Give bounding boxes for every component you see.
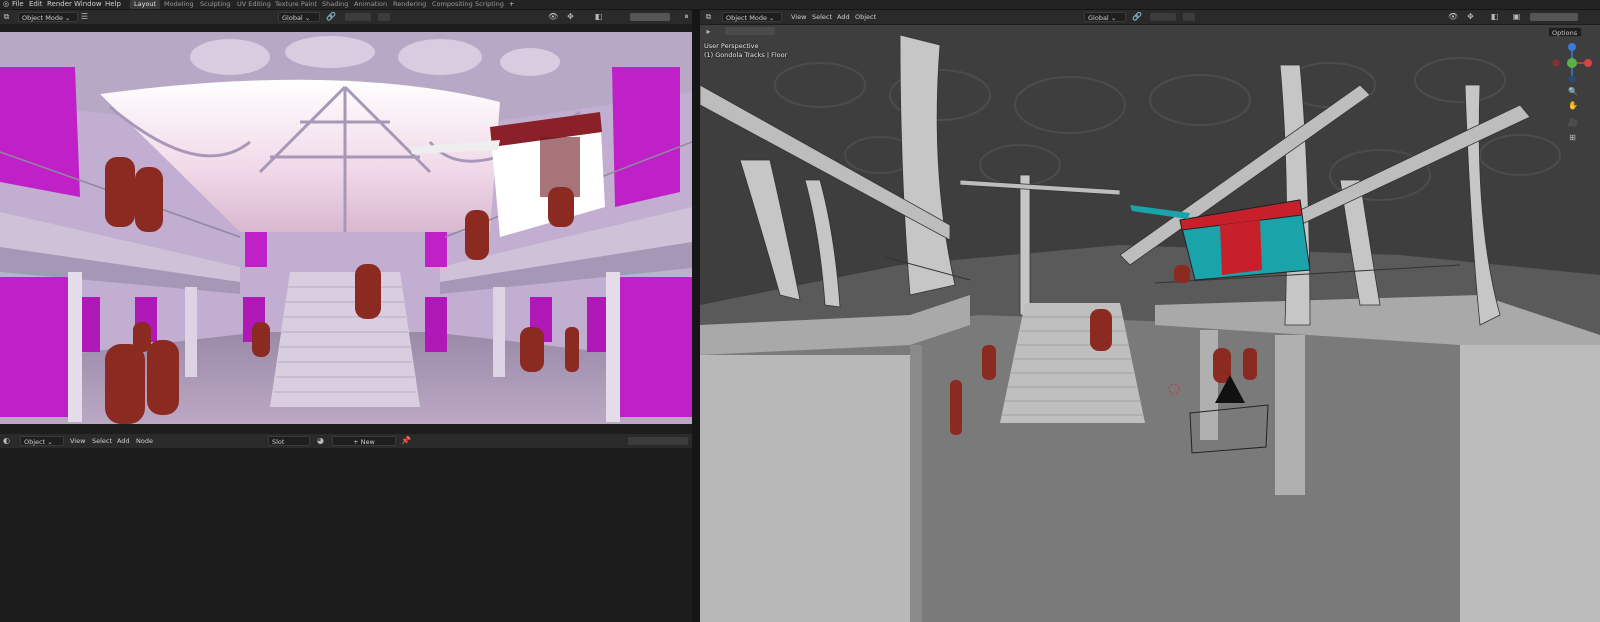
solid-scene: [700, 25, 1600, 622]
menu-view[interactable]: View: [791, 12, 806, 22]
orientation-dropdown[interactable]: Global ⌄: [1084, 12, 1126, 22]
pivot-toggle[interactable]: [1150, 13, 1176, 21]
overlay-icon[interactable]: ◧: [1490, 12, 1499, 21]
options-label: Options: [1552, 29, 1578, 37]
object-type-dropdown[interactable]: Object ⌄: [20, 436, 64, 446]
snap-icon[interactable]: 🔗: [326, 12, 336, 21]
render-viewport-header: ⧉ Object Mode ⌄ ☰ Global ⌄ 🔗 👁 ✥ ◧ ⏸: [0, 10, 692, 24]
visibility-icon[interactable]: 👁: [548, 12, 558, 21]
grid-icon[interactable]: ⊞: [1568, 133, 1577, 142]
add-workspace-button[interactable]: +: [505, 0, 518, 9]
gizmo-axes-icon[interactable]: [1552, 43, 1592, 83]
camera-icon[interactable]: 🎥: [1568, 118, 1578, 127]
pivot-toggle[interactable]: [345, 13, 371, 21]
node-editor-canvas[interactable]: [0, 449, 692, 622]
menu-object[interactable]: Object: [855, 12, 876, 22]
tab-scripting[interactable]: Scripting: [471, 0, 508, 9]
menu-add[interactable]: Add: [837, 12, 850, 22]
shading-modes[interactable]: [630, 13, 670, 21]
3d-viewport[interactable]: User Perspective (1) Gondola Tracks | Fl…: [700, 25, 1600, 622]
gizmo-toggle-icon[interactable]: ✥: [1466, 12, 1475, 21]
top-menu-bar: ◎ File Edit Render Window Help Layout Mo…: [0, 0, 1600, 10]
menu-select[interactable]: Select: [92, 436, 112, 446]
node-editor-header: ◐ Object ⌄ View Select Add Node Slot ◕ +…: [0, 434, 692, 448]
editor-type-icon[interactable]: ⧉: [2, 12, 11, 21]
hand-pan-icon[interactable]: ✋: [1568, 101, 1578, 110]
pause-icon[interactable]: ⏸: [682, 12, 691, 21]
render-preview[interactable]: [0, 32, 692, 424]
blender-logo-icon[interactable]: ◎: [3, 0, 9, 9]
tab-texture-paint[interactable]: Texture Paint: [271, 0, 321, 9]
new-label: New: [360, 438, 375, 446]
menu-file[interactable]: File: [12, 0, 24, 9]
xray-icon[interactable]: ▣: [1512, 12, 1521, 21]
slot-label: Slot: [272, 438, 285, 446]
menu-window[interactable]: Window: [74, 0, 102, 9]
toolbar-mode-buttons[interactable]: [725, 27, 775, 35]
mode-label: Object Mode: [726, 14, 767, 22]
menu-node[interactable]: Node: [136, 436, 153, 446]
editor-type-icon[interactable]: ◐: [2, 436, 11, 445]
mode-label: Object Mode: [22, 14, 63, 22]
menu-select[interactable]: Select: [812, 12, 832, 22]
orientation-label: Global: [1088, 14, 1109, 22]
node-header-options[interactable]: [628, 437, 688, 445]
proportional-toggle[interactable]: [1183, 13, 1195, 21]
tab-modeling[interactable]: Modeling: [160, 0, 198, 9]
tab-sculpting[interactable]: Sculpting: [196, 0, 234, 9]
orientation-dropdown[interactable]: Global ⌄: [278, 12, 320, 22]
menu-add[interactable]: Add: [117, 436, 130, 446]
tab-compositing[interactable]: Compositing: [428, 0, 477, 9]
gizmo-toggle-icon[interactable]: ✥: [566, 12, 575, 21]
object-type-label: Object: [24, 438, 46, 446]
hamburger-menu-icon[interactable]: ☰: [80, 12, 89, 21]
mode-dropdown[interactable]: Object Mode ⌄: [18, 12, 78, 22]
tab-layout[interactable]: Layout: [130, 0, 161, 9]
menu-render[interactable]: Render: [47, 0, 72, 9]
material-icon[interactable]: ◕: [316, 436, 325, 445]
menu-help[interactable]: Help: [105, 0, 121, 9]
active-collection-label: (1) Gondola Tracks | Floor: [704, 51, 788, 59]
zoom-icon[interactable]: 🔍: [1568, 87, 1578, 96]
tab-rendering[interactable]: Rendering: [389, 0, 430, 9]
slot-dropdown[interactable]: Slot: [268, 436, 310, 446]
viewport-header: ⧉ Object Mode ⌄ View Select Add Object G…: [700, 10, 1600, 24]
menu-view[interactable]: View: [70, 436, 85, 446]
menu-edit[interactable]: Edit: [29, 0, 43, 9]
editor-type-icon[interactable]: ⧉: [704, 12, 713, 21]
overlay-icon[interactable]: ◧: [594, 12, 603, 21]
pin-icon[interactable]: 📌: [401, 436, 411, 445]
proportional-toggle[interactable]: [378, 13, 390, 21]
rendered-scene: [0, 32, 692, 424]
options-dropdown[interactable]: Options: [1548, 27, 1582, 37]
tab-uv-editing[interactable]: UV Editing: [233, 0, 275, 9]
tab-animation[interactable]: Animation: [350, 0, 391, 9]
tab-shading[interactable]: Shading: [318, 0, 352, 9]
perspective-label: User Perspective: [704, 42, 759, 50]
orientation-label: Global: [282, 14, 303, 22]
play-icon[interactable]: ▸: [704, 27, 713, 36]
new-material-button[interactable]: + New: [332, 436, 396, 446]
visibility-icon[interactable]: 👁: [1448, 12, 1458, 21]
shading-modes[interactable]: [1530, 13, 1578, 21]
mode-dropdown[interactable]: Object Mode ⌄: [722, 12, 782, 22]
snap-icon[interactable]: 🔗: [1132, 12, 1142, 21]
area-divider[interactable]: [692, 10, 700, 622]
